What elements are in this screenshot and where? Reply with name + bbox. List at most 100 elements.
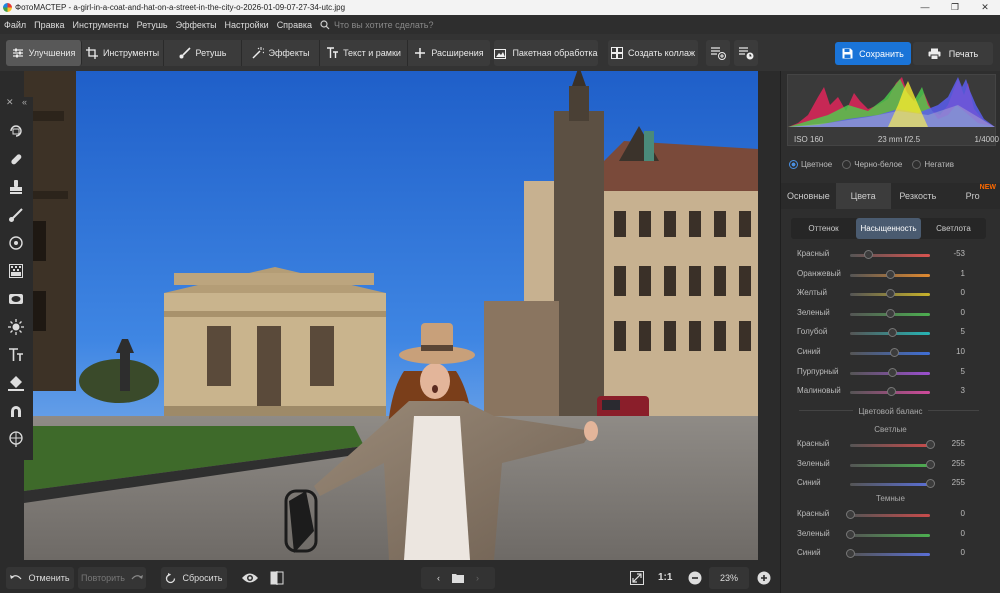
menu-effects[interactable]: Эффекты xyxy=(172,20,221,30)
magnet-icon[interactable] xyxy=(8,403,24,419)
subtab-hue[interactable]: Оттенок xyxy=(791,218,856,239)
vignette-icon[interactable] xyxy=(8,291,24,307)
color-sub-tabs: Оттенок Насыщенность Светлота xyxy=(791,218,986,239)
history-button[interactable] xyxy=(734,40,758,66)
slider-label: Малиновый xyxy=(797,386,841,396)
paint-bucket-icon[interactable] xyxy=(8,375,24,391)
undo-icon xyxy=(10,575,22,580)
slider-track[interactable] xyxy=(850,514,930,517)
slider-handle[interactable] xyxy=(887,367,897,377)
search-box[interactable]: Что вы хотите сделать? xyxy=(320,20,434,30)
add-preset-button[interactable] xyxy=(706,40,730,66)
tab-retouch[interactable]: Ретушь xyxy=(164,40,242,66)
slider-track[interactable] xyxy=(850,444,930,447)
slider-handle[interactable] xyxy=(864,250,874,259)
bottom-bar: Отменить Повторить Сбросить ‹ › 1:1 23% xyxy=(0,563,780,593)
bandage-icon[interactable] xyxy=(8,151,24,167)
slider-track[interactable] xyxy=(850,483,930,486)
slider-track[interactable] xyxy=(850,463,930,467)
text-tool-icon[interactable] xyxy=(8,347,24,363)
maximize-button[interactable]: ❐ xyxy=(940,0,970,15)
plus-icon xyxy=(415,48,426,58)
globe-icon[interactable] xyxy=(8,431,24,447)
slider-track[interactable] xyxy=(850,533,930,537)
rotate-icon[interactable] xyxy=(8,123,24,139)
saturation-slider-3: Зеленый 0 xyxy=(797,306,987,322)
menu-settings[interactable]: Настройки xyxy=(221,20,273,30)
slider-handle[interactable] xyxy=(925,459,935,469)
slider-track[interactable] xyxy=(850,254,930,257)
tab-pro[interactable]: Pro NEW xyxy=(945,183,1000,209)
print-button[interactable]: Печать xyxy=(913,42,993,65)
menu-retouch[interactable]: Ретушь xyxy=(133,20,172,30)
zoom-out-icon[interactable] xyxy=(688,571,702,585)
panel-tabs: Основные Цвета Резкость Pro NEW xyxy=(781,183,1000,209)
tab-enhancements[interactable]: Улучшения xyxy=(6,40,82,66)
zoom-in-icon[interactable] xyxy=(757,571,771,585)
slider-handle[interactable] xyxy=(925,479,935,488)
slider-track[interactable] xyxy=(850,553,930,556)
tab-text-frames[interactable]: Текст и рамки xyxy=(320,40,408,66)
actual-size-button[interactable]: 1:1 xyxy=(658,572,672,583)
previous-file-icon[interactable]: ‹ xyxy=(431,573,446,583)
batch-processing-button[interactable]: Пакетная обработка xyxy=(494,40,598,66)
slider-handle[interactable] xyxy=(845,510,855,519)
tab-extensions[interactable]: Расширения xyxy=(408,40,490,66)
slider-handle[interactable] xyxy=(886,387,896,397)
next-file-icon[interactable]: › xyxy=(470,573,485,583)
menu-tools[interactable]: Инструменты xyxy=(69,20,133,30)
fit-screen-icon[interactable] xyxy=(630,571,644,585)
save-button[interactable]: Сохранить xyxy=(835,42,911,65)
brush-tool-icon[interactable] xyxy=(8,207,24,223)
tab-effects[interactable]: Эффекты xyxy=(242,40,320,66)
zoom-level[interactable]: 23% xyxy=(709,567,749,589)
photo-canvas[interactable] xyxy=(24,71,758,560)
saturation-slider-6: Пурпурный 5 xyxy=(797,365,987,381)
subtab-saturation[interactable]: Насыщенность xyxy=(856,218,921,239)
light-title: Светлые xyxy=(874,425,907,434)
radio-icon xyxy=(842,160,852,170)
tab-colors[interactable]: Цвета xyxy=(835,183,891,209)
stamp-icon[interactable] xyxy=(8,179,24,195)
slider-value: 1 xyxy=(960,268,965,278)
mode-bw-option[interactable]: Черно-белое xyxy=(842,160,902,170)
window-title: ФотоМАСТЕР - a-girl-in-a-coat-and-hat-on… xyxy=(15,3,346,12)
menu-edit[interactable]: Правка xyxy=(30,20,68,30)
slider-handle[interactable] xyxy=(885,269,895,279)
slider-label: Зеленый xyxy=(797,528,830,538)
tab-tools[interactable]: Инструменты xyxy=(82,40,164,66)
slider-handle[interactable] xyxy=(889,348,899,357)
redo-button[interactable]: Повторить xyxy=(78,567,146,589)
undo-button[interactable]: Отменить xyxy=(6,567,74,589)
menu-file[interactable]: Файл xyxy=(0,20,30,30)
create-collage-button[interactable]: Создать коллаж xyxy=(608,40,698,66)
folder-icon[interactable] xyxy=(452,573,464,583)
light-icon[interactable] xyxy=(8,319,24,335)
mode-color-option[interactable]: Цветное xyxy=(789,160,832,170)
slider-handle[interactable] xyxy=(885,289,895,299)
gradient-filter-icon[interactable] xyxy=(8,263,24,279)
menu-help[interactable]: Справка xyxy=(273,20,316,30)
slider-handle[interactable] xyxy=(845,549,855,558)
mode-negative-option[interactable]: Негатив xyxy=(912,160,954,170)
subtab-lightness[interactable]: Светлота xyxy=(921,218,986,239)
shutter-value: 1/4000 xyxy=(974,135,999,144)
slider-handle[interactable] xyxy=(925,440,935,449)
photo-image[interactable] xyxy=(24,71,758,560)
close-button[interactable]: ✕ xyxy=(970,0,1000,15)
slider-handle[interactable] xyxy=(887,328,897,338)
compare-icon[interactable] xyxy=(270,571,284,585)
reset-button[interactable]: Сбросить xyxy=(161,567,227,589)
adjustments-panel: ISO 160 23 mm f/2.5 1/4000 Цветное Черно… xyxy=(780,71,1000,593)
slider-handle[interactable] xyxy=(885,308,895,318)
tab-basic[interactable]: Основные xyxy=(781,183,836,209)
panel-collapse-icon[interactable]: « xyxy=(22,97,27,111)
panel-close-icon[interactable]: ✕ xyxy=(6,97,14,111)
radial-filter-icon[interactable] xyxy=(8,235,24,251)
tab-sharpness[interactable]: Резкость xyxy=(891,183,946,209)
tab-retouch-label: Ретушь xyxy=(195,48,227,58)
minimize-button[interactable]: — xyxy=(910,0,940,15)
eye-icon[interactable] xyxy=(242,571,258,585)
slider-handle[interactable] xyxy=(845,529,855,539)
dark-title: Темные xyxy=(875,494,905,503)
